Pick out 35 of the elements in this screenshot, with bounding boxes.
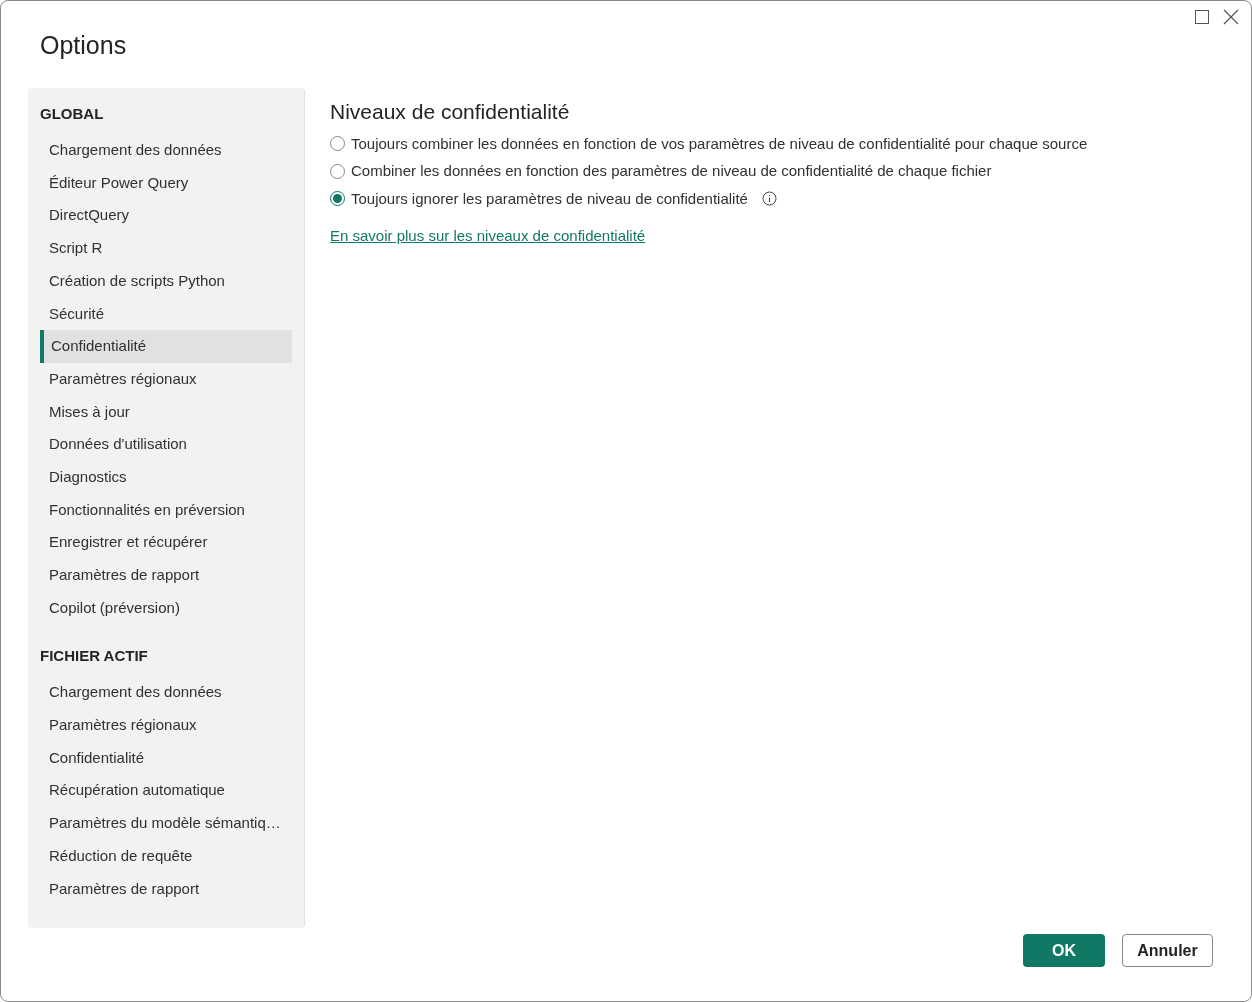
section-heading: FICHIER ACTIF bbox=[40, 646, 149, 667]
radio-label: Combiner les données en fonction des paramètres de niveau de confidentialité de chaque fichier bbox=[351, 161, 992, 181]
sidebar-item[interactable]: Éditeur Power Query bbox=[40, 166, 292, 200]
section-title: Niveaux de confidentialité bbox=[330, 99, 571, 122]
sidebar-item[interactable]: Données d'utilisation bbox=[40, 428, 292, 461]
info-icon[interactable] bbox=[761, 191, 777, 207]
sidebar-item[interactable]: Réduction de requête bbox=[40, 839, 292, 873]
cancel-button[interactable]: Annuler bbox=[1122, 934, 1213, 967]
maximize-icon[interactable] bbox=[1195, 10, 1209, 24]
learn-more-link[interactable]: En savoir plus sur les niveaux de confidentialité bbox=[330, 224, 646, 247]
sidebar-item[interactable]: Paramètres régionaux bbox=[40, 709, 292, 742]
sidebar-item[interactable]: Chargement des données bbox=[40, 134, 292, 167]
sidebar-item[interactable]: Sécurité bbox=[40, 297, 292, 331]
sidebar-item[interactable]: Copilot (préversion) bbox=[40, 591, 292, 625]
sidebar-item[interactable]: Paramètres du modèle sémantiq… bbox=[40, 807, 292, 840]
sidebar-item[interactable]: Paramètres de rapport bbox=[40, 558, 292, 592]
sidebar-item[interactable]: Chargement des données bbox=[40, 676, 292, 709]
sidebar-item[interactable]: Enregistrer et récupérer bbox=[40, 526, 292, 559]
sidebar-item[interactable]: Diagnostics bbox=[40, 460, 292, 494]
window-title: Options bbox=[40, 30, 127, 61]
radio-label: Toujours ignorer les paramètres de niveau de confidentialité bbox=[351, 188, 748, 209]
sidebar-item[interactable]: Paramètres de rapport bbox=[40, 872, 292, 906]
sidebar-item[interactable]: Fonctionnalités en préversion bbox=[40, 493, 292, 527]
sidebar-item[interactable]: DirectQuery bbox=[40, 199, 292, 233]
sidebar-item[interactable]: Script R bbox=[40, 232, 292, 265]
sidebar-item[interactable]: Récupération automatique bbox=[40, 774, 292, 808]
sidebar-item[interactable]: Création de scripts Python bbox=[40, 264, 292, 298]
ok-button[interactable]: OK bbox=[1023, 934, 1105, 967]
section-heading: GLOBAL bbox=[40, 103, 105, 124]
sidebar-item[interactable]: Paramètres régionaux bbox=[40, 362, 292, 396]
close-icon[interactable] bbox=[1223, 9, 1239, 25]
sidebar-item[interactable]: Confidentialité bbox=[40, 741, 292, 775]
sidebar-item[interactable]: Mises à jour bbox=[40, 395, 292, 429]
radio-label: Toujours combiner les données en fonction de vos paramètres de niveau de confidentialité pour chaque source bbox=[351, 133, 1088, 154]
sidebar-item[interactable]: Confidentialité bbox=[40, 330, 292, 363]
